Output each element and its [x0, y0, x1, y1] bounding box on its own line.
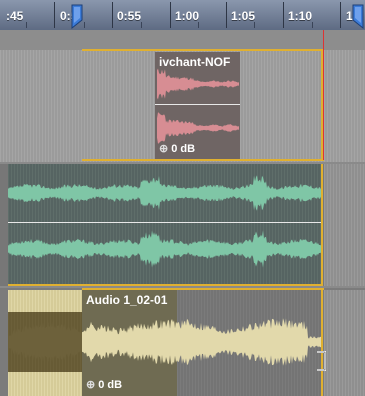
ruler-minor-tick: [312, 22, 313, 28]
timeline-ruler[interactable]: :45 0:5 0:55 1:00 1:05 1:10 1:: [0, 0, 365, 31]
ruler-tick: [226, 2, 227, 28]
empty-lane-track-2[interactable]: [324, 164, 365, 286]
playhead-cursor[interactable]: [323, 30, 324, 160]
ruler-label-110: 1:10: [288, 9, 313, 23]
ruler-tick: [170, 2, 171, 28]
ruler-gap: [0, 30, 365, 51]
ruler-label-100: 1:00: [175, 9, 200, 23]
clip-name: Audio 1_02-01: [86, 293, 168, 307]
clip-gain[interactable]: ⊕ 0 dB: [86, 378, 122, 391]
selection-outline-right-track2: [321, 164, 323, 285]
selection-end-marker-icon[interactable]: [349, 4, 365, 30]
selection-outline-track2-bottom: [8, 284, 323, 286]
ruler-minor-tick: [26, 22, 27, 28]
ruler-tick: [54, 2, 55, 28]
ruler-label-45: :45: [6, 9, 24, 23]
ruler-tick: [112, 2, 113, 28]
ruler-minor-tick: [141, 22, 142, 28]
waveform-pink-bottom: [157, 112, 239, 144]
empty-lane-track-3[interactable]: [324, 290, 365, 396]
gain-fader-icon: ⊕: [86, 379, 96, 391]
selection-start-marker-icon[interactable]: [68, 4, 86, 30]
ruler-label-105: 1:05: [231, 9, 256, 23]
ruler-label-55: 0:55: [117, 9, 142, 23]
selection-outline-right-track3: [321, 288, 323, 396]
clip-gain-value: 0 dB: [98, 379, 123, 391]
ruler-tick: [340, 2, 341, 28]
trim-cursor-icon: [317, 351, 326, 371]
selection-outline-track3-top: [82, 288, 324, 290]
waveform-green-top: [8, 175, 323, 211]
selection-outline-bottom: [82, 159, 324, 161]
channel-divider: [8, 222, 323, 223]
selection-outline-top: [82, 49, 324, 51]
channel-divider: [155, 104, 240, 105]
waveform-green-bottom: [8, 230, 323, 268]
edit-window: :45 0:5 0:55 1:00 1:05 1:10 1: ivchant-N…: [0, 0, 365, 396]
ruler-tick: [283, 2, 284, 28]
waveform-pink-top: [157, 68, 239, 100]
waveform-audio-1: [8, 312, 323, 372]
